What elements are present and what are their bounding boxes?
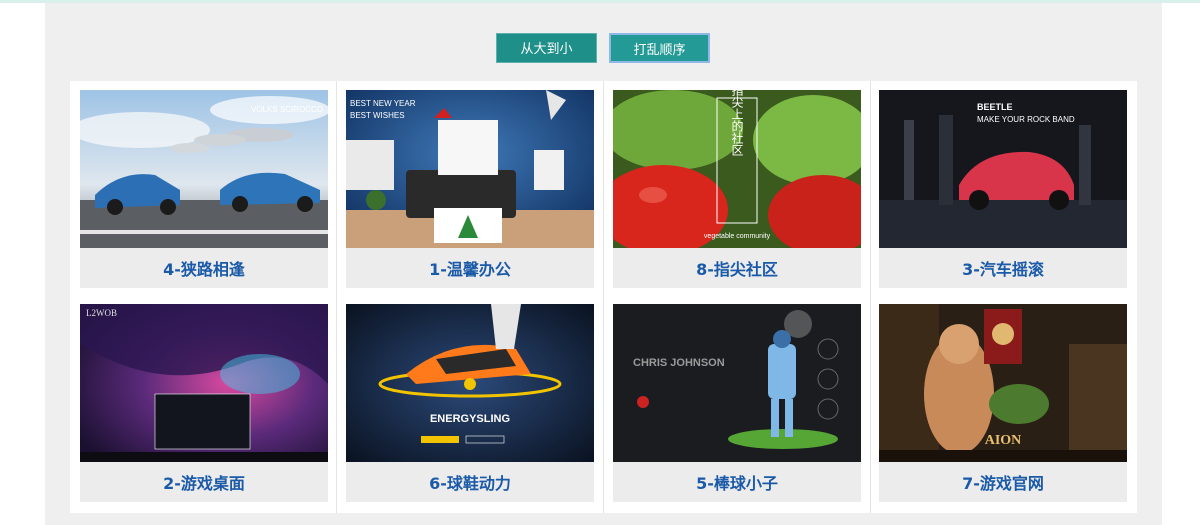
gallery-card[interactable]: BEETLE MAKE YOUR ROCK BAND 3-汽车摇滚 <box>879 90 1127 288</box>
card-thumbnail[interactable]: BEST NEW YEAR BEST WISHES <box>346 90 594 248</box>
card-thumbnail[interactable]: 指尖上的社区 vegetable community <box>613 90 861 248</box>
card-thumbnail[interactable]: BEETLE MAKE YOUR ROCK BAND <box>879 90 1127 248</box>
thumb-title: ENERGYSLING <box>430 413 510 425</box>
card-thumbnail[interactable]: VOLKS SCIROCCO <box>80 90 328 248</box>
grid-divider <box>603 81 604 513</box>
card-caption[interactable]: 5-棒球小子 <box>613 462 861 502</box>
card-caption[interactable]: 4-狭路相逢 <box>80 248 328 288</box>
gallery-card[interactable]: VOLKS SCIROCCO 4-狭路相逢 <box>80 90 328 288</box>
gallery-panel: 从大到小 打乱顺序 VOLKS SCIROCCO 4-狭路相逢 BEST NEW… <box>45 3 1162 525</box>
thumb-subtitle: vegetable community <box>704 233 771 240</box>
thumb-subtitle: BEST WISHES <box>350 111 405 120</box>
gallery-card[interactable]: 指尖上的社区 vegetable community 8-指尖社区 <box>613 90 861 288</box>
card-caption[interactable]: 2-游戏桌面 <box>80 462 328 502</box>
gallery-card[interactable]: L2WOB 2-游戏桌面 <box>80 304 328 502</box>
thumb-title: 指尖上的社区 <box>730 90 744 156</box>
card-caption[interactable]: 7-游戏官网 <box>879 462 1127 502</box>
gallery-card[interactable]: ENERGYSLING 6-球鞋动力 <box>346 304 594 502</box>
thumb-title: CHRIS JOHNSON <box>633 357 725 369</box>
thumb-title: VOLKS SCIROCCO <box>251 105 323 114</box>
card-thumbnail[interactable]: CHRIS JOHNSON <box>613 304 861 462</box>
card-caption[interactable]: 6-球鞋动力 <box>346 462 594 502</box>
gallery-card[interactable]: BEST NEW YEAR BEST WISHES 1-温馨办公 <box>346 90 594 288</box>
thumb-title: AION <box>985 433 1022 448</box>
card-thumbnail[interactable]: ENERGYSLING <box>346 304 594 462</box>
thumb-title: BEETLE <box>977 102 1013 112</box>
card-caption[interactable]: 1-温馨办公 <box>346 248 594 288</box>
card-thumbnail[interactable]: L2WOB <box>80 304 328 462</box>
card-caption[interactable]: 3-汽车摇滚 <box>879 248 1127 288</box>
control-bar: 从大到小 打乱顺序 <box>496 33 710 63</box>
card-caption[interactable]: 8-指尖社区 <box>613 248 861 288</box>
card-grid: VOLKS SCIROCCO 4-狭路相逢 BEST NEW YEAR BEST… <box>70 81 1137 513</box>
thumb-title: BEST NEW YEAR <box>350 99 416 108</box>
card-thumbnail[interactable]: AION <box>879 304 1127 462</box>
shuffle-button[interactable]: 打乱顺序 <box>609 33 710 63</box>
thumb-title: L2WOB <box>86 308 117 318</box>
gallery-card[interactable]: CHRIS JOHNSON 5-棒球小子 <box>613 304 861 502</box>
gallery-card[interactable]: AION 7-游戏官网 <box>879 304 1127 502</box>
grid-divider <box>336 81 337 513</box>
sort-desc-button[interactable]: 从大到小 <box>496 33 597 63</box>
thumb-subtitle: MAKE YOUR ROCK BAND <box>977 115 1075 124</box>
grid-divider <box>870 81 871 513</box>
